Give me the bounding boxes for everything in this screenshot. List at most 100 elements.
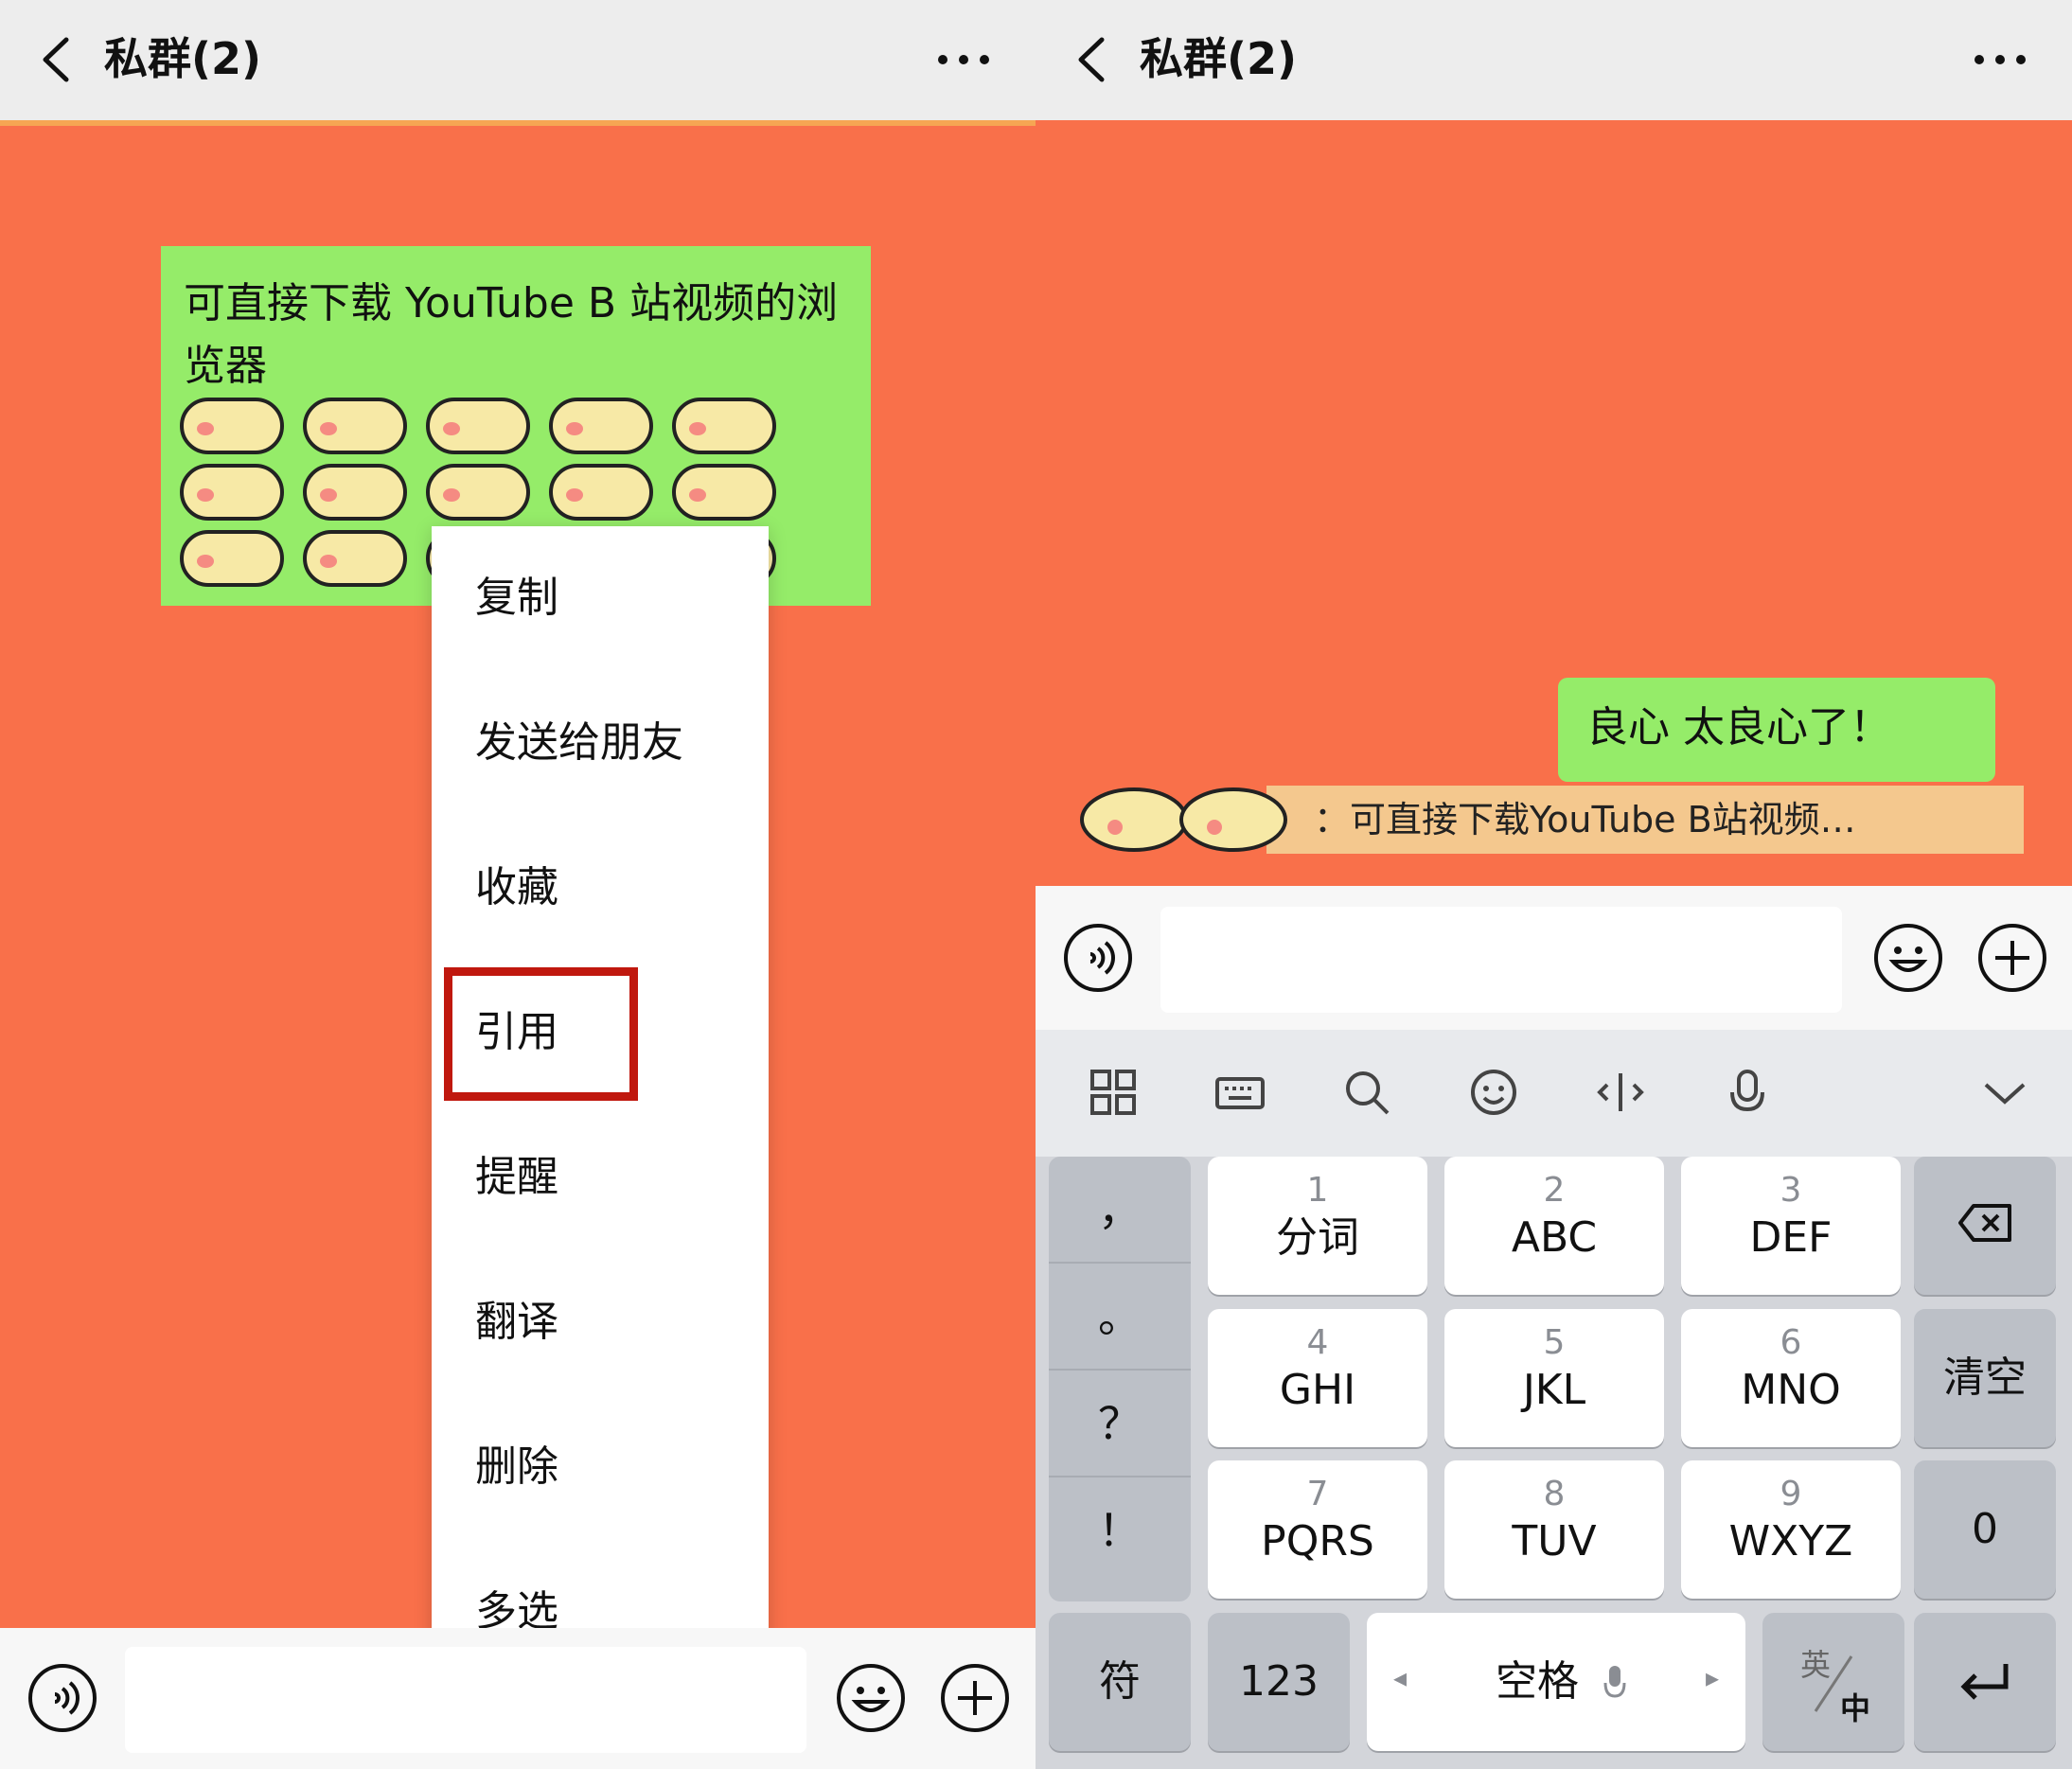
- menu-item-favorite[interactable]: 收藏: [432, 816, 769, 961]
- emoji-icon[interactable]: [835, 1662, 907, 1734]
- backspace-icon: [1958, 1204, 2011, 1242]
- mic-icon[interactable]: [1721, 1066, 1774, 1119]
- mic-icon: [1603, 1666, 1626, 1698]
- numeric-key[interactable]: 123: [1208, 1613, 1350, 1751]
- message-input[interactable]: [125, 1647, 806, 1753]
- menu-label: 提醒: [475, 1153, 558, 1201]
- key-7[interactable]: 7 PQRS: [1208, 1460, 1427, 1599]
- navigation-bar: 私群(2): [1036, 0, 2072, 120]
- input-bar: [1036, 886, 2072, 1030]
- symbol-key[interactable]: 符: [1049, 1613, 1191, 1751]
- grid-icon[interactable]: [1087, 1066, 1140, 1119]
- enter-key[interactable]: [1914, 1613, 2056, 1751]
- menu-item-translate[interactable]: 翻译: [432, 1250, 769, 1395]
- back-chevron-icon[interactable]: [38, 36, 76, 83]
- backspace-key[interactable]: [1914, 1157, 2056, 1295]
- menu-label: 发送给朋友: [475, 718, 683, 767]
- voice-icon[interactable]: [1062, 922, 1134, 994]
- back-chevron-icon[interactable]: [1073, 36, 1111, 83]
- menu-item-delete[interactable]: 删除: [432, 1395, 769, 1540]
- key-letters: MNO: [1741, 1366, 1841, 1414]
- key-letters: ABC: [1511, 1213, 1598, 1262]
- clear-key[interactable]: 清空: [1914, 1309, 2056, 1447]
- key-number: 7: [1306, 1475, 1329, 1513]
- key-letters: GHI: [1279, 1366, 1356, 1414]
- quote-highlight-box: [444, 967, 638, 1101]
- punct-key[interactable]: ？: [1049, 1371, 1191, 1477]
- menu-item-send-to-friend[interactable]: 发送给朋友: [432, 671, 769, 816]
- navigation-bar: 私群(2): [0, 0, 1036, 120]
- sticker-decoration: [180, 398, 852, 464]
- key-9[interactable]: 9 WXYZ: [1681, 1460, 1901, 1599]
- collapse-chevron-icon[interactable]: [1978, 1066, 2031, 1119]
- quoted-message[interactable]: ：可直接下载YouTube B站视频…: [1077, 786, 2024, 854]
- key-number: 4: [1306, 1323, 1329, 1362]
- plus-icon[interactable]: [939, 1662, 1011, 1734]
- lang-bottom-label: 中: [1840, 1690, 1871, 1726]
- message-input[interactable]: [1160, 907, 1842, 1013]
- context-menu: 复制 发送给朋友 收藏 引用 提醒 翻译 删除 多选: [432, 526, 769, 1685]
- key-number: 2: [1543, 1171, 1566, 1210]
- key-2[interactable]: 2 ABC: [1444, 1157, 1664, 1295]
- punct-key[interactable]: 。: [1049, 1264, 1191, 1371]
- sticker-avatar-icon: [1080, 787, 1287, 852]
- key-1[interactable]: 1 分词: [1208, 1157, 1427, 1295]
- space-key[interactable]: ◂ 空格 ▸: [1367, 1613, 1745, 1751]
- more-dots-icon[interactable]: [935, 45, 992, 74]
- message-text: 良心 太良心了！: [1586, 703, 1891, 752]
- message-text: 可直接下载 YouTube B 站视频的浏览器: [184, 279, 839, 390]
- menu-item-remind[interactable]: 提醒: [432, 1106, 769, 1250]
- search-icon[interactable]: [1340, 1066, 1393, 1119]
- enter-icon: [1960, 1664, 2009, 1700]
- left-screen: 私群(2) 可直接下载 YouTube B 站视频的浏览器 复制 发送给朋友 收…: [0, 0, 1036, 1769]
- cursor-icon[interactable]: [1594, 1066, 1647, 1119]
- sent-message-bubble[interactable]: 良心 太良心了！: [1558, 678, 1995, 782]
- zero-key[interactable]: 0: [1914, 1460, 2056, 1599]
- plus-icon[interactable]: [1976, 922, 2048, 994]
- key-number: 9: [1780, 1475, 1802, 1513]
- key-6[interactable]: 6 MNO: [1681, 1309, 1901, 1447]
- key-letters: WXYZ: [1728, 1517, 1853, 1566]
- key-number: 8: [1543, 1475, 1566, 1513]
- menu-label: 复制: [475, 574, 558, 622]
- key-number: 6: [1780, 1323, 1802, 1362]
- punct-key[interactable]: ！: [1049, 1477, 1191, 1584]
- more-dots-icon[interactable]: [1972, 45, 2028, 74]
- key-number: 5: [1543, 1323, 1566, 1362]
- key-label: 0: [1972, 1505, 1998, 1553]
- key-number: 1: [1306, 1171, 1329, 1210]
- language-switch-key[interactable]: 英 中: [1762, 1613, 1904, 1751]
- key-8[interactable]: 8 TUV: [1444, 1460, 1664, 1599]
- key-label: 清空: [1943, 1353, 2027, 1402]
- key-3[interactable]: 3 DEF: [1681, 1157, 1901, 1295]
- key-label: 空格: [1496, 1657, 1579, 1706]
- voice-icon[interactable]: [27, 1662, 98, 1734]
- key-letters: TUV: [1512, 1517, 1597, 1566]
- key-number: 3: [1780, 1171, 1802, 1210]
- key-label: 123: [1239, 1657, 1319, 1706]
- key-letters: 分词: [1276, 1213, 1359, 1262]
- keyboard-icon[interactable]: [1213, 1066, 1266, 1119]
- menu-label: 翻译: [475, 1298, 558, 1346]
- quote-text: ：可直接下载YouTube B站视频…: [1314, 799, 1856, 840]
- background-stripe: [0, 120, 1036, 126]
- input-bar: [0, 1628, 1036, 1769]
- keyboard-toolbar: [1036, 1030, 2072, 1157]
- key-4[interactable]: 4 GHI: [1208, 1309, 1427, 1447]
- chat-title: 私群(2): [1140, 33, 1298, 84]
- key-5[interactable]: 5 JKL: [1444, 1309, 1664, 1447]
- ime-keyboard: ， 。 ？ ！ 1 分词 2 ABC 3 DEF 4 GHI 5 JKL 6 M…: [1036, 1030, 2072, 1769]
- menu-item-copy[interactable]: 复制: [432, 526, 769, 671]
- sticker-decoration: [180, 464, 852, 530]
- key-label: 符: [1099, 1657, 1141, 1706]
- chat-title: 私群(2): [104, 33, 262, 84]
- key-letters: JKL: [1522, 1366, 1586, 1414]
- smile-icon[interactable]: [1467, 1066, 1520, 1119]
- menu-label: 删除: [475, 1442, 558, 1491]
- emoji-icon[interactable]: [1872, 922, 1944, 994]
- right-arrow-icon: ▸: [1705, 1662, 1719, 1693]
- key-letters: PQRS: [1261, 1517, 1374, 1566]
- right-screen: 私群(2) 良心 太良心了！ ：可直接下载YouTube B站视频… ， 。 ？…: [1036, 0, 2072, 1769]
- punct-key[interactable]: ，: [1049, 1157, 1191, 1264]
- punctuation-column: ， 。 ？ ！: [1049, 1157, 1191, 1601]
